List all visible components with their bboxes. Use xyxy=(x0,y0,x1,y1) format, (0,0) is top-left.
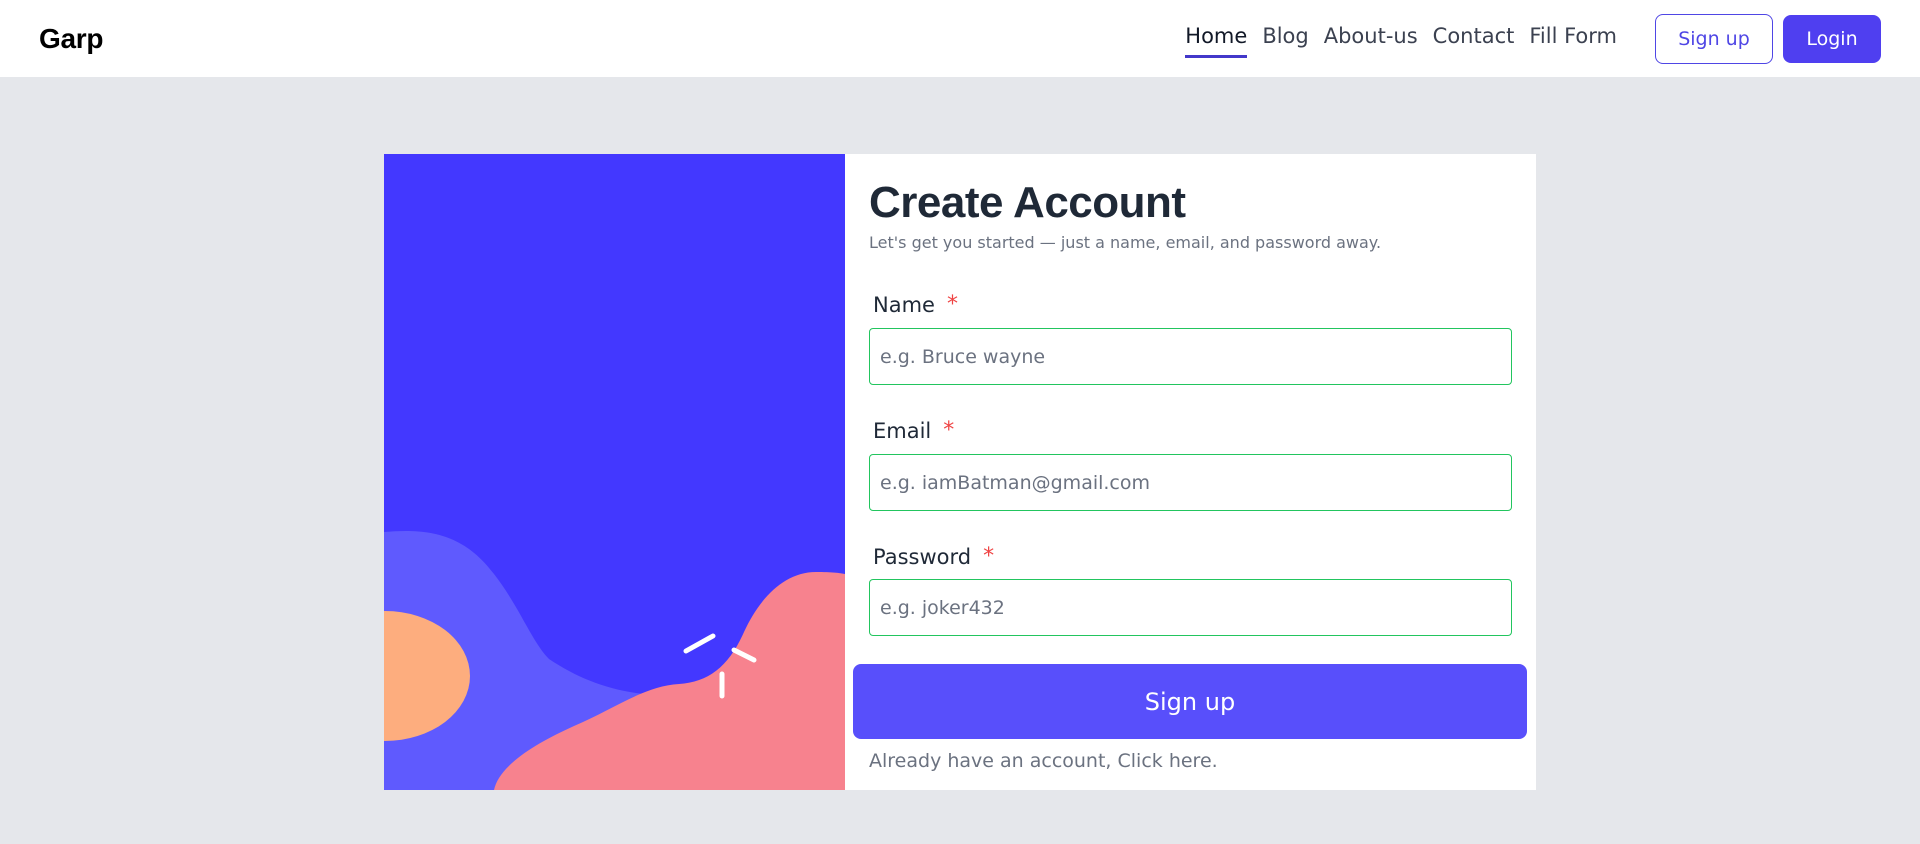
form-title: Create Account xyxy=(869,178,1186,227)
nav-link-blog[interactable]: Blog xyxy=(1262,20,1308,58)
brand-logo[interactable]: Garp xyxy=(39,23,103,55)
required-asterisk: * xyxy=(946,292,958,317)
signup-card: Create Account Let's get you started — j… xyxy=(384,154,1536,790)
nav-login-button[interactable]: Login xyxy=(1783,14,1881,63)
nav-link-home[interactable]: Home xyxy=(1185,20,1248,58)
password-label: Password * xyxy=(873,544,994,569)
signup-submit-button[interactable]: Sign up xyxy=(853,664,1527,739)
top-navbar: Garp Home Blog About-us Contact Fill For… xyxy=(0,0,1920,77)
nav-signup-button[interactable]: Sign up xyxy=(1655,13,1773,64)
nav-link-contact[interactable]: Contact xyxy=(1433,20,1515,58)
nav-link-about-us[interactable]: About-us xyxy=(1324,20,1418,58)
illustration-panel xyxy=(384,154,845,790)
nav-right: Home Blog About-us Contact Fill Form Sig… xyxy=(1185,13,1881,64)
name-input[interactable] xyxy=(869,328,1512,385)
password-input[interactable] xyxy=(869,579,1512,636)
required-asterisk: * xyxy=(983,544,995,569)
email-label-text: Email xyxy=(873,418,932,443)
signup-form: Create Account Let's get you started — j… xyxy=(845,154,1536,790)
email-input[interactable] xyxy=(869,454,1512,511)
required-asterisk: * xyxy=(943,418,955,443)
name-label: Name * xyxy=(873,292,958,317)
email-label: Email * xyxy=(873,418,954,443)
abstract-blob-illustration-icon xyxy=(384,530,845,790)
password-label-text: Password xyxy=(873,544,972,569)
nav-links: Home Blog About-us Contact Fill Form xyxy=(1185,20,1617,58)
form-subtitle: Let's get you started — just a name, ema… xyxy=(869,233,1382,252)
nav-link-fill-form[interactable]: Fill Form xyxy=(1529,20,1617,58)
signin-link[interactable]: Already have an account, Click here. xyxy=(869,750,1218,772)
name-label-text: Name xyxy=(873,292,935,317)
